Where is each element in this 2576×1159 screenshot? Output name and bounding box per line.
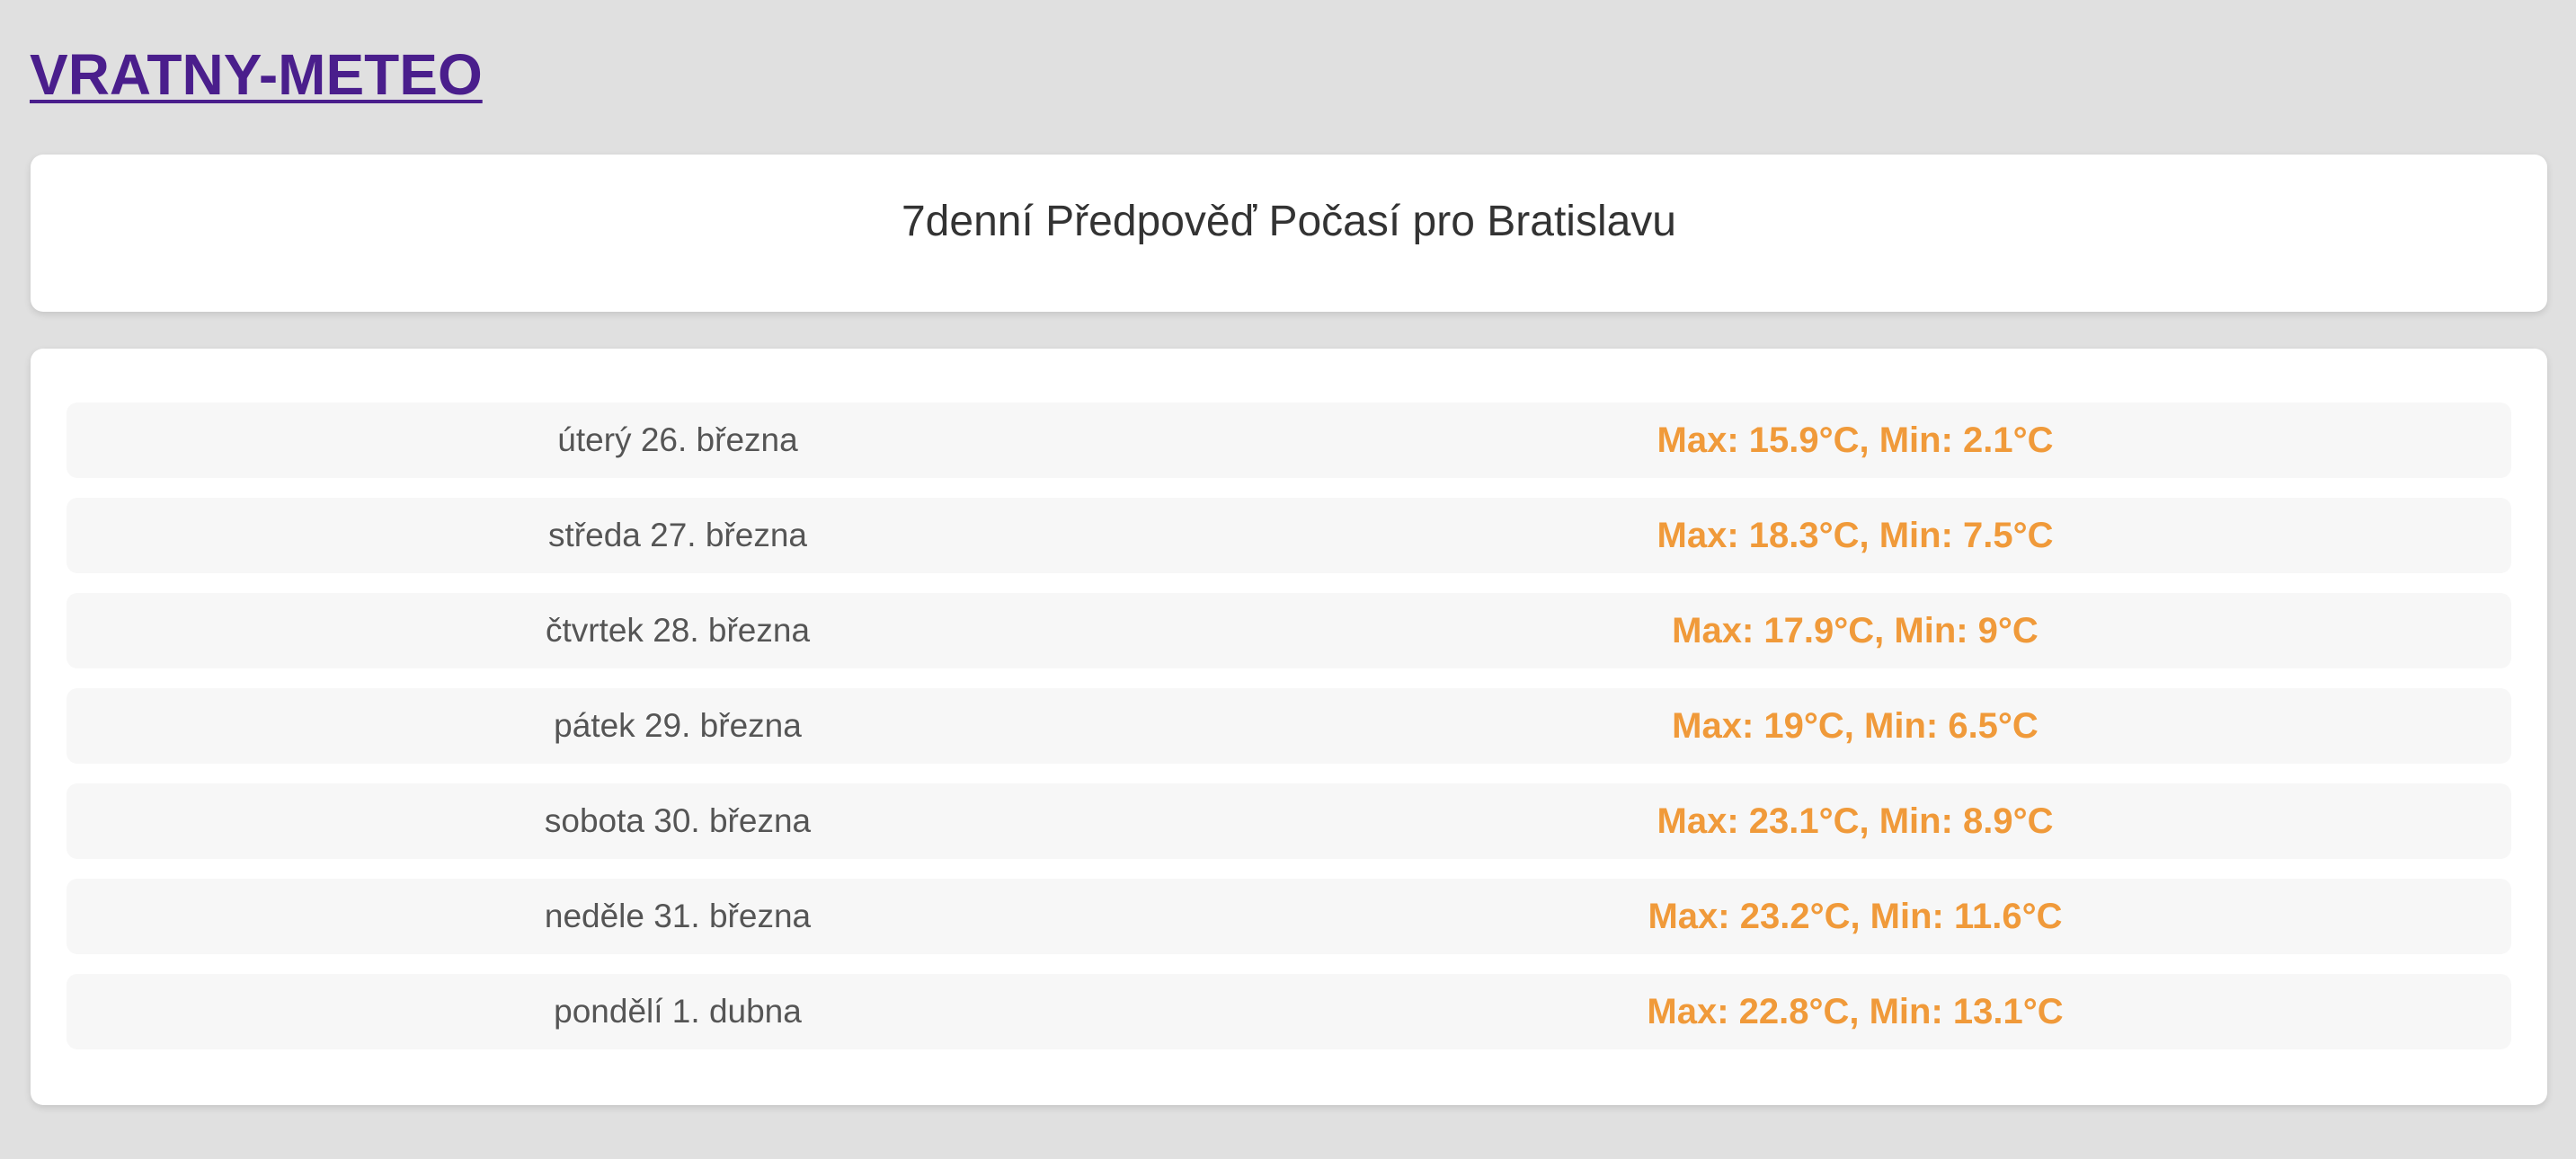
forecast-day: pátek 29. března <box>554 707 802 744</box>
forecast-day: neděle 31. března <box>544 898 812 934</box>
forecast-temperature: Max: 22.8°C, Min: 13.1°C <box>1647 991 2064 1031</box>
forecast-day: středa 27. března <box>548 517 807 553</box>
forecast-row: neděle 31. března Max: 23.2°C, Min: 11.6… <box>67 879 2511 954</box>
forecast-temperature: Max: 18.3°C, Min: 7.5°C <box>1657 515 2054 555</box>
forecast-row: středa 27. března Max: 18.3°C, Min: 7.5°… <box>67 498 2511 573</box>
forecast-temperature: Max: 15.9°C, Min: 2.1°C <box>1657 420 2054 460</box>
forecast-row: pátek 29. března Max: 19°C, Min: 6.5°C <box>67 688 2511 764</box>
forecast-row: úterý 26. března Max: 15.9°C, Min: 2.1°C <box>67 403 2511 478</box>
site-logo-link[interactable]: VRATNY-METEO <box>30 43 483 107</box>
forecast-temperature: Max: 19°C, Min: 6.5°C <box>1672 705 2039 746</box>
forecast-temperature: Max: 23.2°C, Min: 11.6°C <box>1648 896 2063 936</box>
forecast-temperature: Max: 17.9°C, Min: 9°C <box>1672 610 2039 650</box>
forecast-card: úterý 26. března Max: 15.9°C, Min: 2.1°C… <box>31 349 2547 1105</box>
forecast-day: pondělí 1. dubna <box>554 993 802 1030</box>
forecast-day: úterý 26. března <box>557 421 798 458</box>
forecast-row: sobota 30. března Max: 23.1°C, Min: 8.9°… <box>67 783 2511 859</box>
forecast-day: čtvrtek 28. března <box>545 612 811 649</box>
forecast-temperature: Max: 23.1°C, Min: 8.9°C <box>1657 801 2054 841</box>
forecast-row: pondělí 1. dubna Max: 22.8°C, Min: 13.1°… <box>67 974 2511 1049</box>
forecast-day: sobota 30. března <box>544 802 812 839</box>
title-card: 7denní Předpověď Počasí pro Bratislavu <box>31 155 2547 312</box>
page-title: 7denní Předpověď Počasí pro Bratislavu <box>901 198 1676 245</box>
forecast-row: čtvrtek 28. března Max: 17.9°C, Min: 9°C <box>67 593 2511 668</box>
